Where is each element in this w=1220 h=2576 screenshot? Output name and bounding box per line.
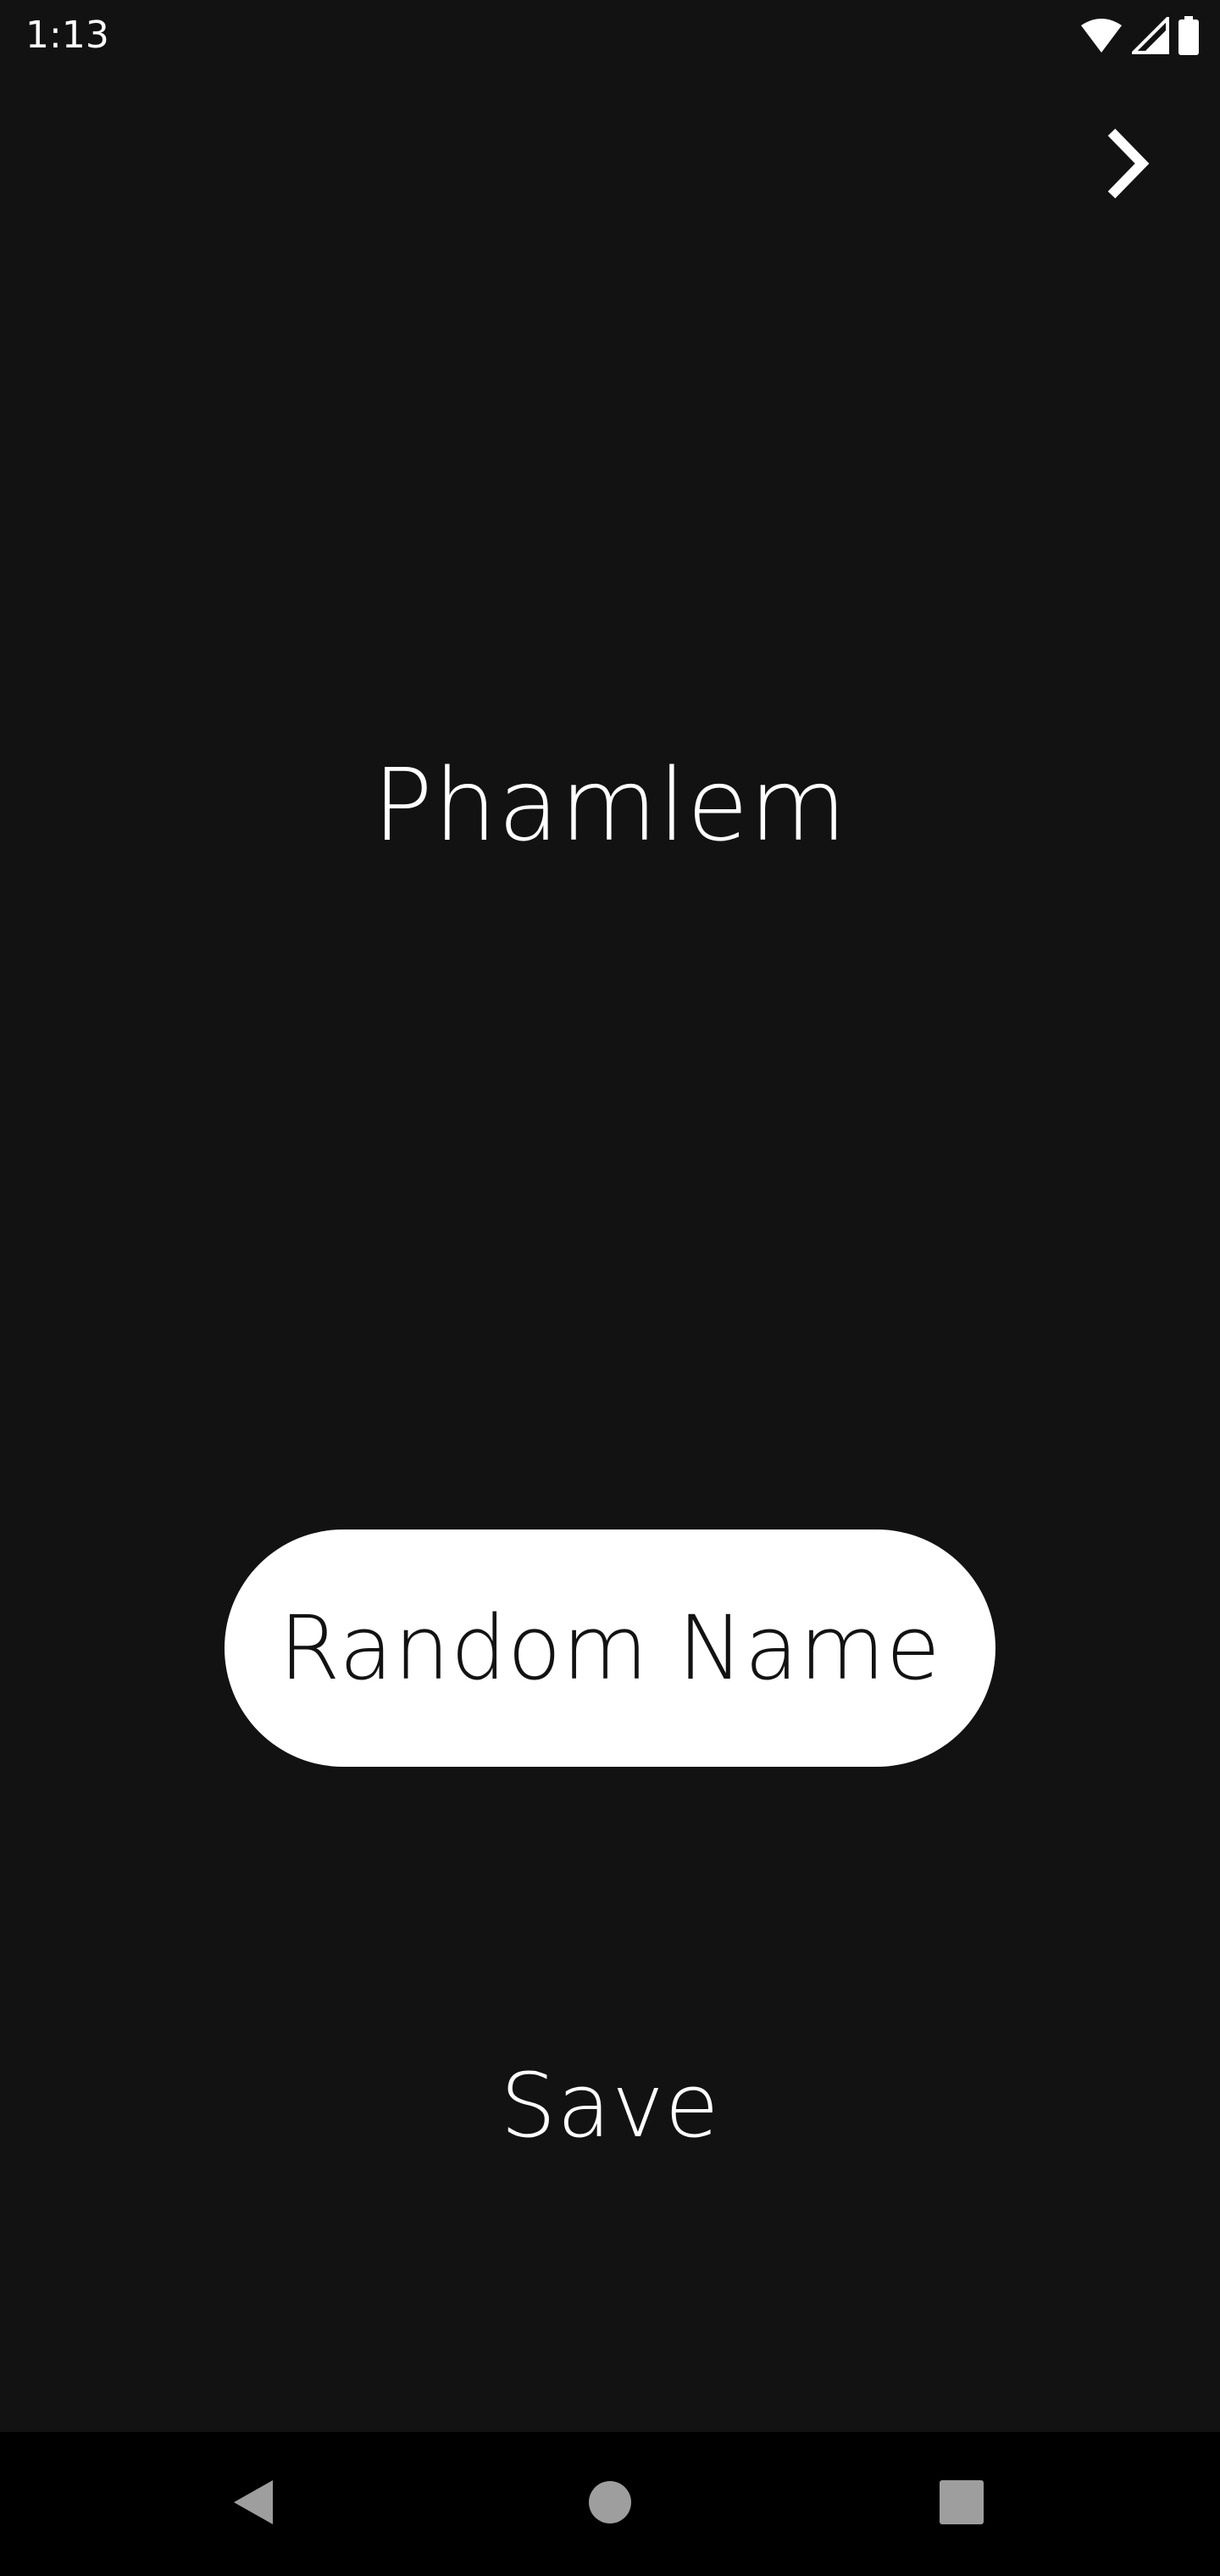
nav-back-button[interactable]: [169, 2432, 339, 2576]
wifi-icon: [1079, 17, 1123, 54]
save-button-label: Save: [500, 2054, 720, 2157]
nav-recents-button[interactable]: [877, 2432, 1046, 2576]
random-name-button-label: Random Name: [279, 1596, 941, 1700]
status-time: 1:13: [25, 14, 109, 57]
app-screen: 1:13 Phamlem Random Name Save: [0, 0, 1220, 2576]
chevron-right-icon: [1101, 125, 1152, 206]
recents-icon: [939, 2479, 984, 2529]
navigation-bar: [0, 2432, 1220, 2576]
status-icons: [1079, 14, 1200, 58]
next-button[interactable]: [1084, 119, 1169, 212]
random-name-button[interactable]: Random Name: [225, 1530, 995, 1767]
back-icon: [229, 2477, 280, 2532]
home-icon: [586, 2479, 634, 2530]
nav-home-button[interactable]: [525, 2432, 695, 2576]
cellular-signal-icon: [1132, 17, 1169, 54]
generated-name: Phamlem: [372, 747, 848, 863]
status-bar: 1:13: [0, 0, 1220, 71]
save-button[interactable]: Save: [441, 2042, 779, 2169]
battery-icon: [1178, 16, 1200, 55]
